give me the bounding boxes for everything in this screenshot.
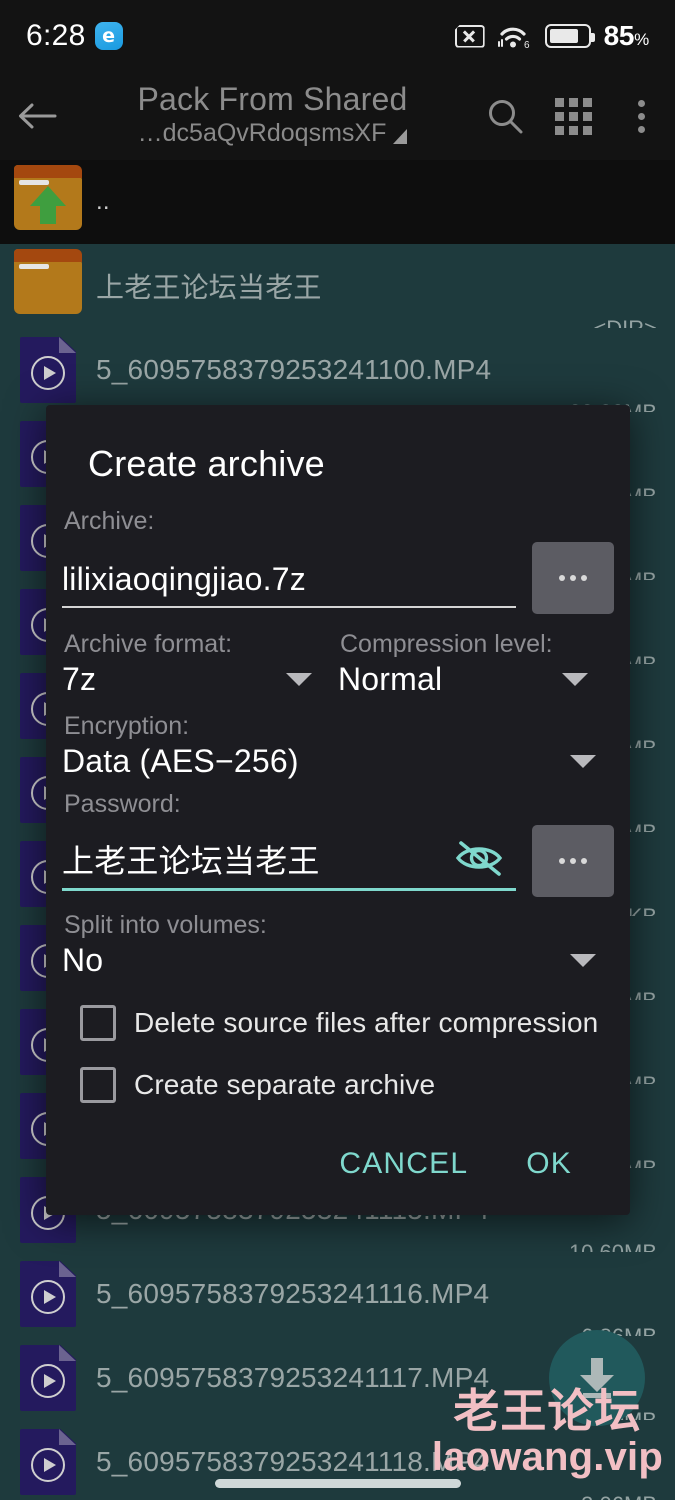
list-item-name: 5_6095758379253241100.MP4 <box>96 354 492 385</box>
split-volumes-group: Split into volumes: No <box>62 911 614 979</box>
list-item[interactable]: 5_6095758379253241100.MP4 28.28MB <box>0 328 675 425</box>
percent-sign: % <box>634 30 649 49</box>
video-file-icon <box>0 1345 96 1411</box>
search-icon <box>489 100 523 134</box>
dialog-actions: CANCEL OK <box>46 1103 630 1215</box>
search-button[interactable] <box>471 72 539 160</box>
chevron-down-icon <box>562 673 588 686</box>
archive-format-label: Archive format: <box>64 630 233 658</box>
watermark: 老王论坛 laowang.vip <box>432 1388 663 1478</box>
encryption-value: Data (AES−256) <box>62 743 299 779</box>
separate-archive-label: Create separate archive <box>134 1069 436 1100</box>
password-field-row: 上老王论坛当老王 <box>62 825 614 899</box>
list-item-name: 上老王论坛当老王 <box>96 272 322 303</box>
archive-name-input[interactable]: lilixiaoqingjiao.7z <box>62 556 516 616</box>
svg-text:6: 6 <box>524 40 530 49</box>
wifi-6-icon: 6 <box>497 24 532 51</box>
compression-level-group: Compression level: Normal <box>338 630 614 698</box>
chevron-down-icon <box>570 755 596 768</box>
separate-archive-checkbox[interactable] <box>80 1067 116 1103</box>
input-underline <box>62 606 516 608</box>
app-badge-glyph: e <box>102 24 116 47</box>
video-file-icon <box>0 337 96 403</box>
status-bar: 6:28 e 6 85% <box>0 0 675 72</box>
archive-format-select[interactable]: 7z <box>62 661 328 698</box>
list-item[interactable]: 上老王论坛当老王 <DIR> <box>0 244 675 341</box>
password-input[interactable]: 上老王论坛当老王 <box>62 838 516 899</box>
battery-percent: 85% <box>603 20 650 52</box>
create-archive-dialog: Create archive Archive: lilixiaoqingjiao… <box>46 405 630 1215</box>
chevron-down-icon <box>286 673 312 686</box>
overflow-menu-button[interactable] <box>607 72 675 160</box>
format-compression-row: Archive format: 7z Compression level: No… <box>62 630 614 698</box>
app-toolbar: Pack From Shared …dc5aQvRdoqsmsXF <box>0 72 675 160</box>
compression-level-value: Normal <box>338 661 443 697</box>
password-label: Password: <box>64 790 181 818</box>
list-item-parent-dir[interactable]: .. <box>0 160 675 244</box>
cancel-button[interactable]: CANCEL <box>339 1147 468 1181</box>
encryption-group: Encryption: Data (AES−256) <box>62 712 614 780</box>
archive-field-row: lilixiaoqingjiao.7z <box>62 542 614 616</box>
password-value: 上老王论坛当老王 <box>62 841 320 880</box>
archive-label: Archive: <box>64 507 155 535</box>
folder-icon <box>0 249 96 314</box>
list-item-name: 5_6095758379253241116.MP4 <box>96 1278 490 1309</box>
archive-name-value: lilixiaoqingjiao.7z <box>62 560 306 597</box>
arrow-back-icon <box>19 103 57 129</box>
grid-view-button[interactable] <box>539 72 607 160</box>
breadcrumb-expand-icon <box>393 128 408 144</box>
delete-source-label: Delete source files after compression <box>134 1007 599 1038</box>
breadcrumb[interactable]: …dc5aQvRdoqsmsXF <box>138 120 408 148</box>
phone-screen: .. 上老王论坛当老王 <DIR> 5_6095758379253241100.… <box>0 0 675 1500</box>
app-notification-badge-icon: e <box>94 22 123 50</box>
list-item-name: .. <box>96 188 110 215</box>
separate-archive-checkbox-row[interactable]: Create separate archive <box>62 1067 614 1103</box>
encryption-select[interactable]: Data (AES−256) <box>62 743 614 780</box>
archive-browse-button[interactable] <box>532 542 614 614</box>
list-item[interactable]: 5_6095758379253241116.MP4 6.86MB <box>0 1252 675 1349</box>
battery-icon <box>544 24 595 48</box>
breadcrumb-path: …dc5aQvRdoqsmsXF <box>137 119 387 148</box>
split-volumes-value: No <box>62 942 104 978</box>
input-underline <box>62 888 516 891</box>
video-file-icon <box>0 1429 96 1495</box>
split-volumes-select[interactable]: No <box>62 942 614 979</box>
back-button[interactable] <box>0 72 74 160</box>
delete-source-checkbox-row[interactable]: Delete source files after compression <box>62 1005 614 1041</box>
password-browse-button[interactable] <box>532 825 614 897</box>
chevron-down-icon <box>570 954 596 967</box>
dialog-body: Archive: lilixiaoqingjiao.7z Archive for… <box>46 507 630 1103</box>
more-vert-icon <box>637 99 645 133</box>
clock: 6:28 <box>26 19 86 52</box>
archive-format-value: 7z <box>62 661 97 697</box>
dialog-title: Create archive <box>88 443 325 484</box>
compression-level-select[interactable]: Normal <box>338 661 604 698</box>
delete-source-checkbox[interactable] <box>80 1005 116 1041</box>
watermark-cn: 老王论坛 <box>453 1384 642 1439</box>
encryption-label: Encryption: <box>64 712 190 740</box>
page-title: Pack From Shared <box>137 81 408 118</box>
compression-level-label: Compression level: <box>340 630 553 658</box>
archive-format-group: Archive format: 7z <box>62 630 338 698</box>
split-volumes-label: Split into volumes: <box>64 911 267 939</box>
video-file-icon <box>0 1261 96 1327</box>
home-indicator[interactable] <box>214 1479 461 1488</box>
eye-off-icon[interactable] <box>454 838 506 878</box>
list-item-size: 3.06MB <box>581 1492 657 1500</box>
status-bar-left: 6:28 e <box>26 19 123 53</box>
password-group: Password: 上老王论坛当老王 <box>62 790 614 899</box>
battery-percent-value: 85 <box>603 20 635 51</box>
ok-button[interactable]: OK <box>526 1147 572 1181</box>
grid-view-icon <box>554 97 592 135</box>
watermark-en: laowang.vip <box>431 1435 663 1480</box>
status-bar-right: 6 85% <box>454 20 650 52</box>
toolbar-titles: Pack From Shared …dc5aQvRdoqsmsXF <box>74 81 471 148</box>
folder-up-icon <box>0 165 96 230</box>
sim-card-off-icon <box>454 24 485 48</box>
